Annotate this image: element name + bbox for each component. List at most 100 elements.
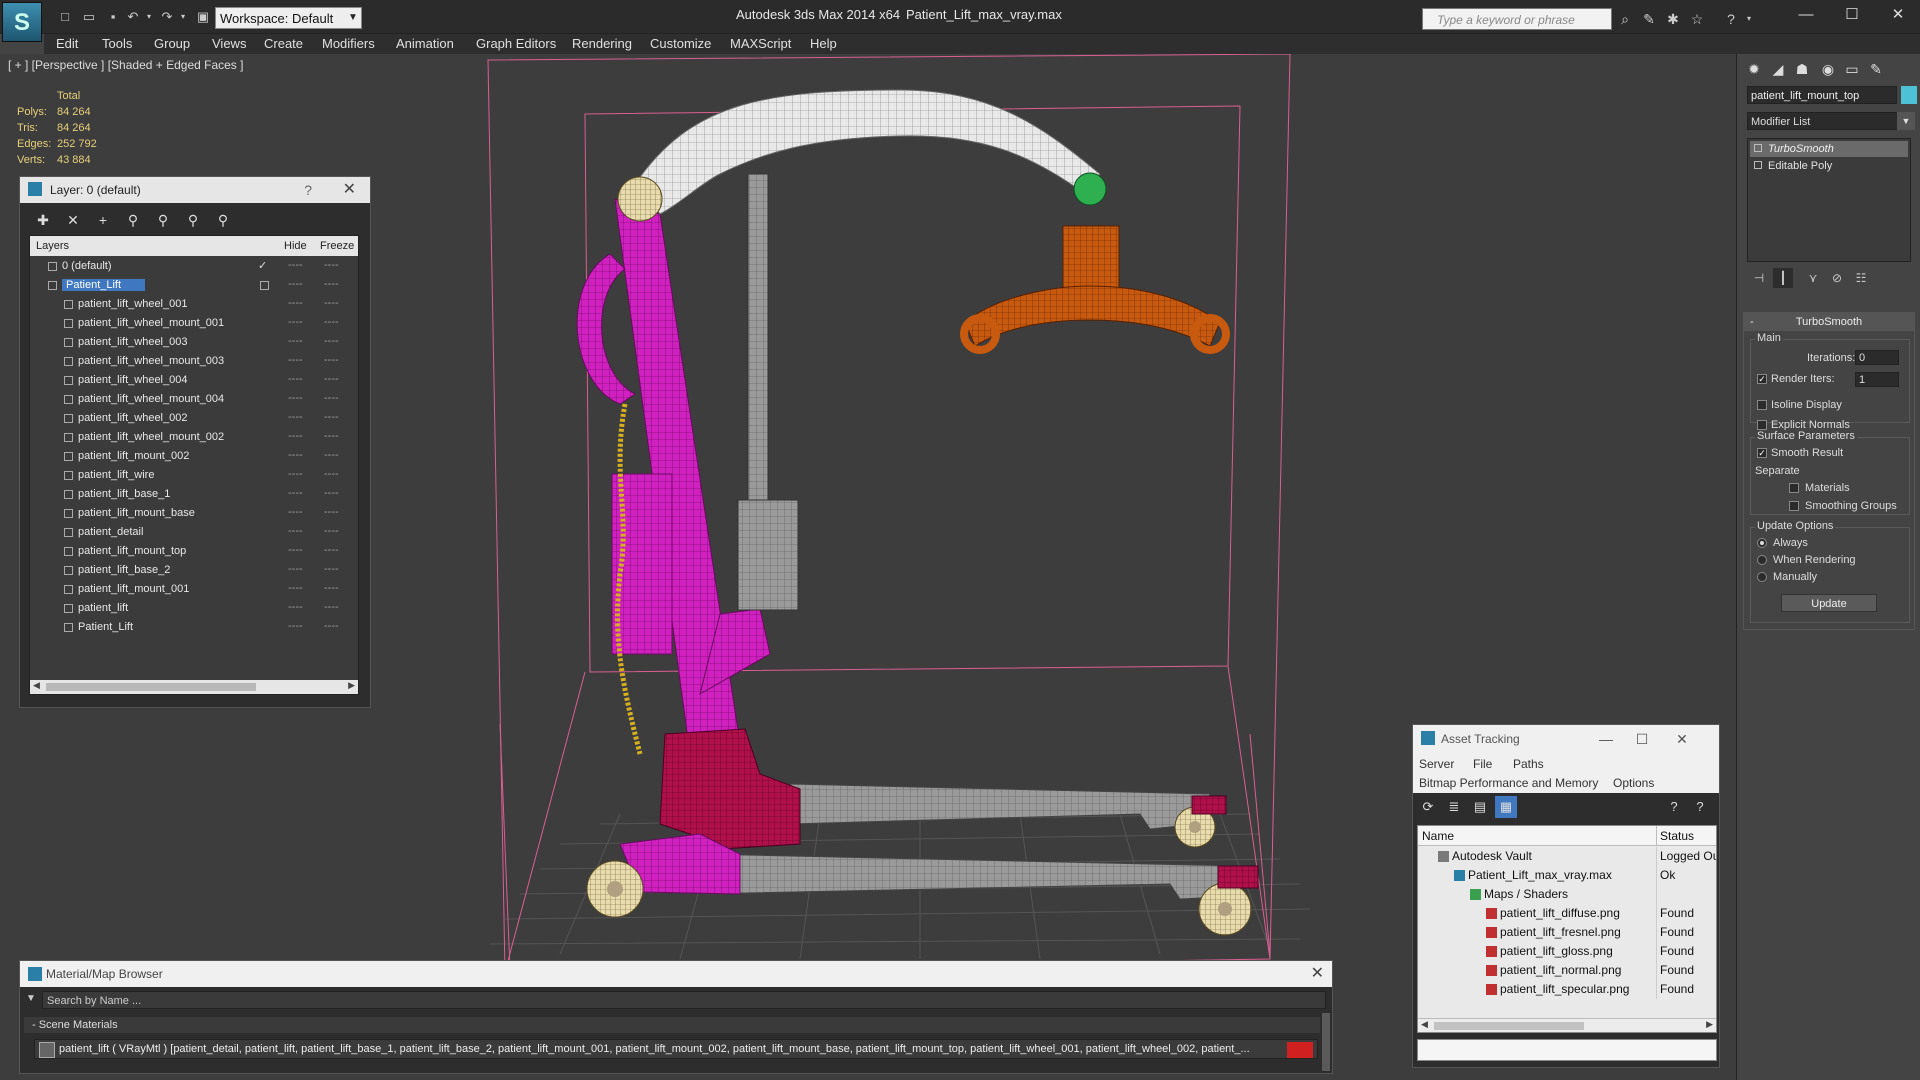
- freeze-all-layers-icon[interactable]: ⚲: [212, 209, 234, 231]
- table-view-icon[interactable]: ▤: [1469, 796, 1491, 818]
- hide-toggle[interactable]: ----: [288, 316, 303, 328]
- search-input[interactable]: Type a keyword or phrase: [1422, 8, 1612, 30]
- configure-modifier-sets-icon[interactable]: ☷: [1851, 268, 1871, 288]
- layer-row[interactable]: Patient_Lift ---- ----: [30, 276, 358, 295]
- column-layers[interactable]: Layers: [36, 240, 69, 252]
- expand-plus-icon[interactable]: [1754, 161, 1762, 169]
- hide-toggle[interactable]: ----: [288, 563, 303, 575]
- freeze-toggle[interactable]: ----: [324, 316, 339, 328]
- app-logo-icon[interactable]: S: [2, 2, 42, 42]
- help-icon[interactable]: ?: [1663, 796, 1685, 818]
- layer-row[interactable]: 0 (default) ✓ ---- ----: [30, 257, 358, 276]
- freeze-toggle[interactable]: ----: [324, 487, 339, 499]
- iterations-spinner[interactable]: 0: [1855, 350, 1899, 365]
- column-hide[interactable]: Hide: [284, 240, 307, 252]
- freeze-toggle[interactable]: ----: [324, 411, 339, 423]
- menu-bitmap-performance[interactable]: Bitmap Performance and Memory: [1419, 776, 1598, 790]
- hide-toggle[interactable]: ----: [288, 487, 303, 499]
- close-icon[interactable]: ✕: [1665, 725, 1699, 753]
- display-tab-icon[interactable]: ▭: [1841, 58, 1863, 80]
- freeze-toggle[interactable]: ----: [324, 354, 339, 366]
- menu-views[interactable]: Views: [212, 36, 246, 51]
- exchange-icon[interactable]: ✱: [1664, 10, 1682, 28]
- material-entry[interactable]: patient_lift ( VRayMtl ) [patient_detail…: [34, 1039, 1318, 1059]
- open-file-icon[interactable]: ▭: [80, 8, 98, 26]
- hide-toggle[interactable]: ----: [288, 278, 303, 290]
- asset-row[interactable]: Autodesk Vault Logged Out: [1418, 847, 1716, 866]
- workspace-dropdown[interactable]: Workspace: Default: [215, 7, 362, 29]
- hide-toggle[interactable]: ----: [288, 430, 303, 442]
- asset-row[interactable]: patient_lift_fresnel.png Found: [1418, 923, 1716, 942]
- render-iters-spinner[interactable]: 1: [1855, 372, 1899, 387]
- asset-row[interactable]: patient_lift_specular.png Found: [1418, 980, 1716, 999]
- options-dropdown-icon[interactable]: ▼: [26, 993, 36, 1004]
- freeze-toggle[interactable]: ----: [324, 582, 339, 594]
- materials-checkbox[interactable]: [1789, 483, 1799, 493]
- vertical-scrollbar[interactable]: [1322, 1013, 1330, 1071]
- menu-edit[interactable]: Edit: [56, 36, 78, 51]
- layer-row[interactable]: patient_lift_wheel_004 ---- ----: [30, 371, 358, 390]
- hide-toggle[interactable]: ----: [288, 354, 303, 366]
- freeze-toggle[interactable]: ----: [324, 620, 339, 632]
- freeze-toggle[interactable]: ----: [324, 297, 339, 309]
- layer-row[interactable]: patient_lift_mount_002 ---- ----: [30, 447, 358, 466]
- layer-table[interactable]: Layers Hide Freeze 0 (default) ✓ ---- ---- P…: [29, 235, 359, 695]
- stack-item-editable-poly[interactable]: Editable Poly: [1750, 158, 1908, 174]
- scroll-left-icon[interactable]: ◀: [1421, 1019, 1428, 1030]
- menu-modifiers[interactable]: Modifiers: [322, 36, 375, 51]
- new-file-icon[interactable]: □: [56, 8, 74, 26]
- undo-dropdown-icon[interactable]: ▾: [140, 8, 158, 26]
- remove-modifier-icon[interactable]: ⊘: [1827, 268, 1847, 288]
- asset-path-field[interactable]: [1417, 1039, 1717, 1061]
- smooth-result-checkbox[interactable]: ✓: [1757, 448, 1767, 458]
- layer-row[interactable]: patient_lift_wheel_003 ---- ----: [30, 333, 358, 352]
- menu-customize[interactable]: Customize: [650, 36, 711, 51]
- hide-toggle[interactable]: ----: [288, 297, 303, 309]
- layer-row[interactable]: patient_lift_wheel_001 ---- ----: [30, 295, 358, 314]
- hide-toggle[interactable]: ----: [288, 259, 303, 271]
- maximize-icon[interactable]: ☐: [1625, 725, 1659, 753]
- freeze-toggle[interactable]: ----: [324, 544, 339, 556]
- material-browser-titlebar[interactable]: Material/Map Browser ✕: [20, 961, 1332, 987]
- project-folder-icon[interactable]: ▣: [194, 8, 212, 26]
- layer-row[interactable]: patient_lift_wire ---- ----: [30, 466, 358, 485]
- select-objects-in-layer-icon[interactable]: ⚲: [122, 209, 144, 231]
- hide-toggle[interactable]: ----: [288, 468, 303, 480]
- modifier-list-dropdown[interactable]: Modifier List: [1747, 112, 1907, 130]
- layer-row[interactable]: patient_lift_wheel_mount_001 ---- ----: [30, 314, 358, 333]
- current-layer-check-icon[interactable]: ✓: [258, 259, 267, 272]
- layer-row[interactable]: patient_lift_wheel_002 ---- ----: [30, 409, 358, 428]
- freeze-toggle[interactable]: ----: [324, 601, 339, 613]
- update-button[interactable]: Update: [1781, 594, 1877, 612]
- context-help-icon[interactable]: ?: [1689, 796, 1711, 818]
- close-icon[interactable]: ✕: [1878, 4, 1918, 26]
- close-icon[interactable]: ✕: [1311, 961, 1324, 987]
- help-icon[interactable]: ?: [304, 177, 312, 203]
- menu-tools[interactable]: Tools: [102, 36, 132, 51]
- asset-table[interactable]: Name Status Autodesk Vault Logged Out Pati…: [1417, 825, 1717, 1033]
- menu-group[interactable]: Group: [154, 36, 190, 51]
- hide-toggle[interactable]: ----: [288, 373, 303, 385]
- modifier-stack[interactable]: TurboSmooth Editable Poly: [1747, 138, 1911, 262]
- search-by-name-input[interactable]: Search by Name ...: [42, 991, 1326, 1009]
- maximize-icon[interactable]: ☐: [1832, 4, 1872, 26]
- list-view-icon[interactable]: ≣: [1443, 796, 1465, 818]
- horizontal-scrollbar[interactable]: ◀ ▶: [30, 680, 358, 694]
- freeze-toggle[interactable]: ----: [324, 259, 339, 271]
- hide-toggle[interactable]: ----: [288, 582, 303, 594]
- save-file-icon[interactable]: ▪: [104, 8, 122, 26]
- favorites-star-icon[interactable]: ☆: [1688, 10, 1706, 28]
- layer-dialog-titlebar[interactable]: Layer: 0 (default) ? ✕: [20, 177, 370, 203]
- make-unique-icon[interactable]: ⋎: [1803, 268, 1823, 288]
- layer-row[interactable]: Patient_Lift ---- ----: [30, 618, 358, 637]
- grid-view-icon[interactable]: ▦: [1495, 796, 1517, 818]
- create-layer-icon[interactable]: ✚: [32, 209, 54, 231]
- layer-row[interactable]: patient_lift_base_1 ---- ----: [30, 485, 358, 504]
- hide-toggle[interactable]: ----: [288, 411, 303, 423]
- asset-row[interactable]: Maps / Shaders: [1418, 885, 1716, 904]
- explicit-normals-checkbox[interactable]: [1757, 420, 1767, 430]
- hide-toggle[interactable]: ----: [288, 601, 303, 613]
- object-name-field[interactable]: patient_lift_mount_top: [1747, 86, 1897, 104]
- menu-options[interactable]: Options: [1613, 776, 1654, 790]
- stack-item-turbosmooth[interactable]: TurboSmooth: [1750, 141, 1908, 157]
